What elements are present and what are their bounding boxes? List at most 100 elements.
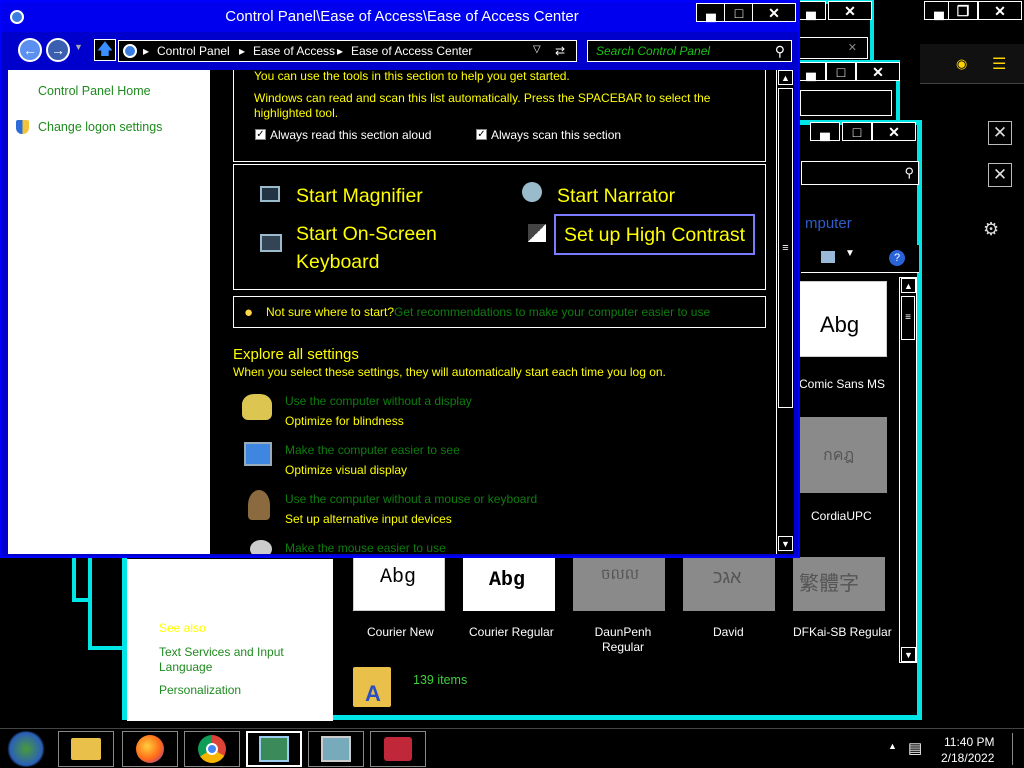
forward-button[interactable]: → (46, 38, 70, 62)
change-logon-settings-link[interactable]: Change logon settings (38, 120, 162, 134)
font-tile[interactable]: 繁體字 (793, 557, 885, 611)
font-sample: ចលល (601, 566, 640, 583)
show-hidden-icons[interactable]: ▲ (888, 741, 897, 751)
shield-icon (16, 120, 29, 134)
without-mouse-keyboard-link[interactable]: Use the computer without a mouse or keyb… (285, 492, 537, 506)
close-button[interactable]: ✕ (828, 1, 872, 20)
quick-access-intro: You can use the tools in this section to… (254, 70, 570, 83)
fonts-title-fragment: mputer (805, 215, 852, 232)
personalization-link[interactable]: Personalization (159, 683, 241, 697)
font-tile[interactable]: אגכ (683, 557, 775, 611)
scroll-down-arrow[interactable]: ▼ (901, 647, 916, 662)
read-aloud-checkbox[interactable]: ✓ (255, 129, 266, 140)
close-icon[interactable]: ✕ (988, 121, 1012, 145)
text-services-link[interactable]: Text Services and Input Language (159, 645, 309, 675)
scroll-thumb[interactable]: ≡ (778, 88, 793, 408)
display-settings-icon (242, 394, 272, 420)
start-button[interactable] (6, 731, 46, 767)
without-display-link[interactable]: Use the computer without a display (285, 394, 472, 408)
folder-icon (71, 738, 101, 760)
start-narrator-button[interactable]: Start Narrator (557, 182, 675, 210)
scroll-down-arrow[interactable]: ▼ (778, 536, 793, 551)
maximize-button[interactable]: □ (724, 3, 754, 22)
easier-to-see-link[interactable]: Make the computer easier to see (285, 443, 460, 457)
back-button[interactable]: ← (18, 38, 42, 62)
content-scrollbar[interactable]: ▲ ≡ ▼ (776, 70, 794, 554)
font-name-label: CordiaUPC (811, 509, 872, 523)
taskbar-performance[interactable] (308, 731, 364, 767)
fonts-search-input[interactable]: ⚲ (801, 161, 919, 185)
view-icon[interactable] (821, 251, 835, 263)
minimize-button[interactable]: ▄ (796, 62, 826, 81)
taskbar-toolbox[interactable] (370, 731, 426, 767)
taskbar-chrome[interactable] (184, 731, 240, 767)
scroll-up-arrow[interactable]: ▲ (778, 70, 793, 85)
taskbar-explorer[interactable] (58, 731, 114, 767)
close-button[interactable]: ✕ (978, 1, 1022, 20)
maximize-button[interactable]: □ (826, 62, 856, 81)
breadcrumb-ease-of-access-center[interactable]: Ease of Access Center (351, 44, 472, 58)
breadcrumb-control-panel[interactable]: Control Panel (157, 44, 230, 58)
font-tile[interactable]: Abg (795, 281, 887, 357)
close-button[interactable]: ✕ (872, 122, 916, 141)
font-sample: กคฎ (823, 447, 855, 464)
control-panel-home-link[interactable]: Control Panel Home (38, 84, 151, 98)
taskbar-firefox[interactable] (122, 731, 178, 767)
chrome-icon (198, 735, 226, 763)
search-input[interactable]: Search Control Panel ⚲ (587, 40, 792, 62)
mouse-easier-link[interactable]: Make the mouse easier to use (285, 541, 446, 554)
font-tile[interactable]: Abg (353, 557, 445, 611)
minimize-button[interactable]: ▄ (696, 3, 726, 22)
magnifier-icon (260, 186, 280, 202)
up-button[interactable]: 🡅 (94, 39, 116, 61)
recommendations-link[interactable]: Get recommendations to make your compute… (394, 305, 710, 319)
optimize-visual-display-label: Optimize visual display (285, 463, 408, 477)
close-button[interactable]: ✕ (856, 62, 900, 81)
help-icon[interactable]: ? (889, 250, 905, 266)
pocket-icon[interactable]: ◉ (956, 56, 967, 72)
left-pane: Control Panel Home Change logon settings (8, 70, 210, 554)
font-name-label: DFKai-SB Regular (793, 625, 892, 639)
item-count: 139 items (413, 673, 468, 687)
monitor-icon (244, 442, 272, 466)
taskbar: ▲ ▤ 11:40 PM 2/18/2022 (0, 728, 1024, 768)
maximize-button[interactable]: □ (842, 122, 872, 141)
set-up-high-contrast-button[interactable]: Set up High Contrast (554, 214, 755, 255)
fonts-scrollbar[interactable]: ▲ ≡ ▼ (899, 277, 917, 663)
breadcrumb-ease-of-access[interactable]: Ease of Access (253, 44, 335, 58)
scroll-up-arrow[interactable]: ▲ (901, 278, 916, 293)
taskbar-control-panel[interactable] (246, 731, 302, 767)
clock-date[interactable]: 2/18/2022 (941, 751, 994, 765)
clock-time[interactable]: 11:40 PM (944, 735, 994, 749)
tip-box: ● Not sure where to start? Get recommend… (233, 296, 766, 328)
address-bar[interactable]: ▸ Control Panel ▸ Ease of Access ▸ Ease … (118, 40, 577, 62)
window-title: Control Panel\Ease of Access\Ease of Acc… (225, 8, 579, 25)
font-tile[interactable]: ចលល (573, 557, 665, 611)
start-magnifier-button[interactable]: Start Magnifier (296, 182, 423, 210)
search-placeholder: Search Control Panel (596, 44, 711, 58)
search-icon[interactable]: ⚲ (775, 43, 785, 60)
refresh-icon[interactable]: ⇄ (555, 44, 565, 58)
narrator-icon (522, 182, 542, 202)
start-on-screen-keyboard-button[interactable]: Start On-Screen Keyboard (296, 220, 486, 276)
close-button[interactable]: ✕ (752, 3, 796, 22)
font-sample: אגכ (713, 567, 742, 587)
alternative-input-devices-label: Set up alternative input devices (285, 512, 452, 526)
font-tile[interactable]: Abg (463, 557, 555, 611)
font-tile[interactable]: กคฎ (795, 417, 887, 493)
explore-description: When you select these settings, they wil… (233, 365, 666, 379)
network-icon[interactable]: ▤ (908, 739, 922, 757)
menu-icon[interactable]: ☰ (992, 54, 1006, 74)
chevron-down-icon[interactable]: ▼ (845, 248, 855, 259)
recent-pages-icon[interactable]: ▼ (74, 42, 83, 52)
close-icon[interactable]: ✕ (988, 163, 1012, 187)
background-panel (800, 90, 892, 116)
minimize-button[interactable]: ▄ (810, 122, 840, 141)
font-name-label: DaunPenh Regular (594, 625, 652, 654)
scan-section-checkbox[interactable]: ✓ (476, 129, 487, 140)
scroll-thumb[interactable]: ≡ (901, 296, 915, 340)
show-desktop-button[interactable] (1012, 733, 1022, 765)
address-dropdown-icon[interactable]: ▽ (533, 44, 541, 55)
gear-icon[interactable]: ⚙ (983, 219, 999, 240)
maximize-button[interactable]: ❐ (948, 1, 978, 20)
